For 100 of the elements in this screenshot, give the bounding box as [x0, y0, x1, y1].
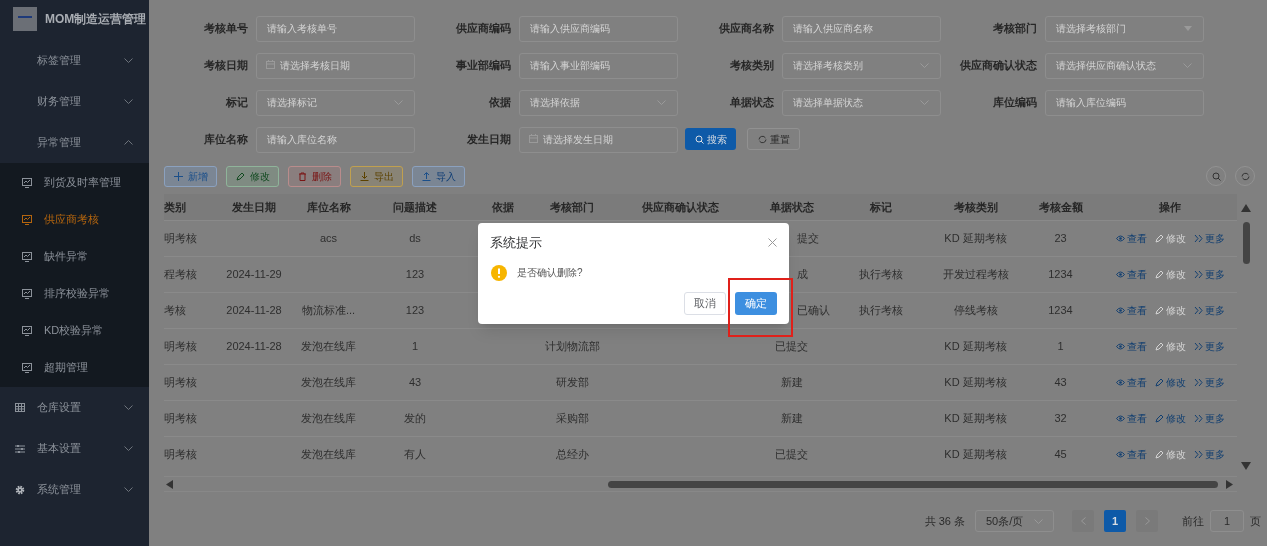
scroll-left-icon[interactable]: [166, 479, 173, 489]
search-button[interactable]: 搜索: [685, 128, 736, 150]
more-link[interactable]: 更多: [1193, 230, 1225, 246]
column-header: 考核部门: [538, 194, 606, 220]
menu-group[interactable]: 系统管理: [0, 469, 149, 510]
chevron-down-icon: [1034, 518, 1043, 524]
select-field[interactable]: 请选择依据: [519, 89, 678, 116]
view-link[interactable]: 查看: [1115, 302, 1147, 318]
table-cell: 明考核: [164, 448, 197, 460]
confirm-button[interactable]: 确定: [735, 291, 777, 315]
edit-link[interactable]: 修改: [1154, 374, 1186, 390]
column-header: 发生日期: [213, 194, 295, 220]
table-cell: 发泡在线库: [301, 339, 356, 352]
scrollbar-thumb[interactable]: [1242, 222, 1250, 264]
view-link[interactable]: 查看: [1115, 446, 1147, 462]
field-label: 供应商编码: [455, 20, 512, 36]
input-field[interactable]: 请输入事业部编码: [519, 52, 678, 79]
cancel-button[interactable]: 取消: [684, 291, 726, 315]
edit-button[interactable]: 修改: [226, 165, 279, 187]
add-button[interactable]: 新增: [164, 165, 217, 187]
view-link[interactable]: 查看: [1115, 410, 1147, 426]
table-cell: KD 延期考核: [944, 375, 1007, 388]
table-cell: 成: [797, 267, 808, 280]
more-link[interactable]: 更多: [1193, 302, 1225, 318]
menu-group[interactable]: 仓库设置: [0, 387, 149, 428]
table-cell: 32: [1054, 411, 1067, 424]
scroll-down-icon[interactable]: [1241, 462, 1251, 470]
pencil-icon: [1154, 269, 1164, 279]
chevron-down-icon: [1183, 63, 1192, 68]
menu-item[interactable]: 供应商考核: [0, 201, 149, 238]
table-cell: 123: [405, 303, 425, 316]
import-button[interactable]: 导入: [412, 165, 465, 187]
double-chevron-icon: [1193, 413, 1203, 423]
scroll-up-icon[interactable]: [1241, 204, 1251, 212]
more-link[interactable]: 更多: [1193, 374, 1225, 390]
menu-group[interactable]: 财务管理: [0, 81, 149, 122]
more-link[interactable]: 更多: [1193, 266, 1225, 282]
menu-item[interactable]: 到货及时率管理: [0, 164, 149, 201]
more-link[interactable]: 更多: [1193, 338, 1225, 354]
trash-icon: [297, 171, 307, 181]
menu-item[interactable]: 超期管理: [0, 349, 149, 386]
field-label: 考核类别: [729, 57, 775, 73]
dialog-title: 系统提示: [490, 234, 542, 252]
search-icon: [1211, 171, 1221, 181]
table-cell: 1: [1057, 339, 1064, 352]
column-header: 标记: [828, 194, 933, 220]
column-header: 依据: [468, 194, 538, 220]
edit-link[interactable]: 修改: [1154, 410, 1186, 426]
menu-group[interactable]: 基本设置: [0, 428, 149, 469]
delete-button[interactable]: 删除: [288, 165, 341, 187]
plus-icon: [173, 171, 183, 181]
scroll-right-icon[interactable]: [1226, 479, 1233, 489]
page-button[interactable]: 1: [1104, 510, 1126, 532]
table-cell: 新建: [780, 411, 803, 424]
input-field[interactable]: 请输入库位名称: [256, 126, 415, 153]
select-field[interactable]: 请选择考核部门: [1045, 15, 1204, 42]
column-header: 供应商确认状态: [606, 194, 755, 220]
select-field[interactable]: 请选择标记: [256, 89, 415, 116]
table-cell: 发泡在线库: [301, 448, 356, 460]
chevron-left-icon: [1080, 517, 1086, 525]
menu-item[interactable]: KD校验异常: [0, 312, 149, 349]
refresh-icon: [757, 134, 767, 144]
table-cell: 明考核: [164, 339, 197, 352]
field-label: 供应商确认状态: [959, 57, 1038, 73]
table-cell: 2024-11-28: [226, 303, 282, 316]
app-title: MOM制造运营管理: [45, 11, 147, 28]
menu-group[interactable]: 异常管理: [0, 122, 149, 163]
input-field[interactable]: 请输入供应商名称: [782, 15, 941, 42]
dialog-message: 是否确认删除?: [517, 266, 583, 280]
select-field[interactable]: 请选择单据状态: [782, 89, 941, 116]
menu-group[interactable]: 标签管理: [0, 40, 149, 81]
input-field[interactable]: 请输入库位编码: [1045, 89, 1204, 116]
input-field[interactable]: 请输入供应商编码: [519, 15, 678, 42]
table-cell: 2024-11-29: [226, 267, 282, 280]
select-field[interactable]: 请选择考核类别: [782, 52, 941, 79]
field-label: 单据状态: [729, 94, 775, 110]
date-field[interactable]: 请选择发生日期: [519, 126, 678, 153]
table-cell: 2024-11-28: [226, 339, 282, 352]
export-button[interactable]: 导出: [350, 165, 403, 187]
scrollbar-thumb[interactable]: [608, 480, 1218, 488]
page-size-select[interactable]: 50条/页: [975, 510, 1054, 532]
menu-item[interactable]: 缺件异常: [0, 238, 149, 275]
view-link[interactable]: 查看: [1115, 374, 1147, 390]
date-field[interactable]: 请选择考核日期: [256, 52, 415, 79]
menu-item[interactable]: 排序校验异常: [0, 275, 149, 312]
eye-icon: [1115, 305, 1125, 315]
column-header: 单据状态: [755, 194, 828, 220]
table-cell: 23: [1054, 231, 1067, 244]
select-field[interactable]: 请选择供应商确认状态: [1045, 52, 1204, 79]
view-link[interactable]: 查看: [1115, 266, 1147, 282]
input-field[interactable]: 请输入考核单号: [256, 15, 415, 42]
eye-icon: [1115, 413, 1125, 423]
horizontal-scrollbar[interactable]: [164, 476, 1237, 492]
reset-button[interactable]: 重置: [747, 128, 800, 150]
more-link[interactable]: 更多: [1193, 410, 1225, 426]
grid-icon: [15, 402, 25, 413]
page-input[interactable]: 1: [1210, 510, 1244, 532]
more-link[interactable]: 更多: [1193, 446, 1225, 462]
view-link[interactable]: 查看: [1115, 338, 1147, 354]
view-link[interactable]: 查看: [1115, 230, 1147, 246]
